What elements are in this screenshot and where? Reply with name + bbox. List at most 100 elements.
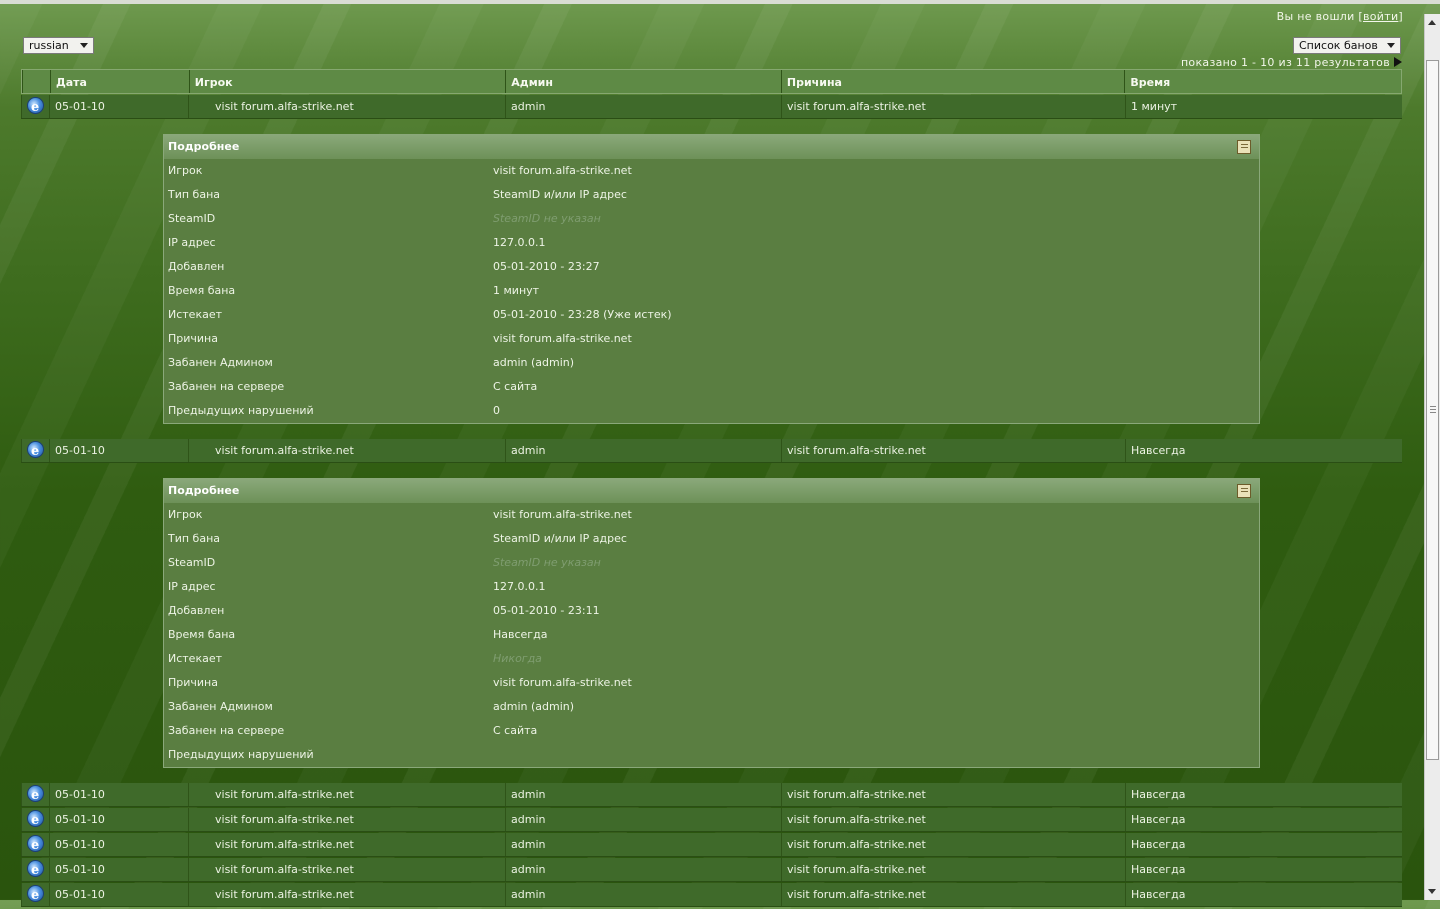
table-row[interactable]: 05-01-10visit forum.alfa-strike.netadmin… (21, 439, 1402, 463)
details-row: Истекает Никогда (164, 647, 1259, 671)
details-row: Забанен на сервере С сайта (164, 375, 1259, 399)
table-row[interactable]: 05-01-10visit forum.alfa-strike.netadmin… (21, 833, 1402, 857)
details-value: 0 (493, 404, 500, 417)
scroll-thumb[interactable] (1426, 60, 1439, 760)
details-value: admin (admin) (493, 700, 575, 713)
view-select[interactable]: Список банов (1293, 37, 1401, 54)
grip-icon (1430, 406, 1436, 413)
scroll-up-icon[interactable] (1428, 20, 1436, 25)
details-value: С сайта (493, 724, 538, 737)
details-label: Причина (168, 676, 218, 689)
details-row: Тип бана SteamID и/или IP адрес (164, 527, 1259, 551)
cell-player: visit forum.alfa-strike.net (188, 783, 505, 806)
login-link[interactable]: войти (1363, 10, 1398, 23)
language-select[interactable]: russian (23, 37, 94, 54)
table-row[interactable]: 05-01-10visit forum.alfa-strike.netadmin… (21, 883, 1402, 907)
cell-time: Навсегда (1125, 439, 1402, 462)
pagination-info: показано 1 - 10 из 11 результатов (1180, 56, 1390, 69)
header-date[interactable]: Дата (49, 70, 189, 93)
details-value: 1 минут (493, 284, 540, 297)
top-border (0, 0, 1440, 4)
chevron-down-icon (1387, 43, 1395, 48)
details-row: SteamID SteamID не указан (164, 551, 1259, 575)
copy-details-icon[interactable] (1234, 138, 1251, 154)
details-value: visit forum.alfa-strike.net (493, 676, 632, 689)
details-row: Причина visit forum.alfa-strike.net (164, 671, 1259, 695)
ie-browser-icon[interactable] (28, 96, 43, 118)
header-reason[interactable]: Причина (780, 70, 1125, 93)
details-value: С сайта (493, 380, 538, 393)
cell-admin: admin (505, 95, 781, 118)
cell-reason: visit forum.alfa-strike.net (781, 439, 1125, 462)
next-page-icon[interactable] (1394, 57, 1402, 67)
cell-time: Навсегда (1125, 808, 1402, 831)
cell-reason: visit forum.alfa-strike.net (781, 808, 1125, 831)
cell-player: visit forum.alfa-strike.net (188, 439, 505, 462)
details-label: Истекает (168, 652, 223, 665)
details-row: Время бана Навсегда (164, 623, 1259, 647)
cell-admin: admin (505, 783, 781, 806)
table-row[interactable]: 05-01-10visit forum.alfa-strike.netadmin… (21, 808, 1402, 832)
cell-reason: visit forum.alfa-strike.net (781, 833, 1125, 856)
cell-reason: visit forum.alfa-strike.net (781, 883, 1125, 906)
row-icon-cell (21, 883, 49, 906)
table-row[interactable]: 05-01-10visit forum.alfa-strike.netadmin… (21, 783, 1402, 807)
cell-reason: visit forum.alfa-strike.net (781, 858, 1125, 881)
details-label: Забанен Админом (168, 700, 273, 713)
details-row: Добавлен 05-01-2010 - 23:27 (164, 255, 1259, 279)
ie-browser-icon[interactable] (28, 884, 43, 906)
details-value: 05-01-2010 - 23:11 (493, 604, 600, 617)
cell-reason: visit forum.alfa-strike.net (781, 95, 1125, 118)
row-icon-cell (21, 808, 49, 831)
details-row: Забанен на сервере С сайта (164, 719, 1259, 743)
details-label: Время бана (168, 628, 236, 641)
details-row: Время бана 1 минут (164, 279, 1259, 303)
table-row[interactable]: 05-01-10visit forum.alfa-strike.netadmin… (21, 858, 1402, 882)
details-label: Добавлен (168, 260, 225, 273)
cell-admin: admin (505, 439, 781, 462)
details-row: Причина visit forum.alfa-strike.net (164, 327, 1259, 351)
details-value: admin (admin) (493, 356, 575, 369)
details-row: SteamID SteamID не указан (164, 207, 1259, 231)
cell-time: 1 минут (1125, 95, 1402, 118)
row-icon-cell (21, 439, 49, 462)
details-label: Предыдущих нарушений (168, 748, 314, 761)
copy-details-icon[interactable] (1234, 482, 1251, 498)
login-prefix: Вы не вошли [ (1276, 10, 1363, 23)
ie-browser-icon[interactable] (28, 784, 43, 806)
vertical-scrollbar[interactable] (1424, 14, 1440, 900)
details-row: Добавлен 05-01-2010 - 23:11 (164, 599, 1259, 623)
details-row: Игрок visit forum.alfa-strike.net (164, 503, 1259, 527)
cell-date: 05-01-10 (49, 95, 188, 118)
row-icon-cell (21, 95, 49, 118)
cell-time: Навсегда (1125, 783, 1402, 806)
details-value: SteamID не указан (493, 212, 601, 225)
login-status: Вы не вошли [войти] (1277, 10, 1403, 23)
header-admin[interactable]: Админ (505, 70, 781, 93)
chevron-down-icon (80, 43, 88, 48)
details-label: Добавлен (168, 604, 225, 617)
details-label: Причина (168, 332, 218, 345)
ie-browser-icon[interactable] (28, 809, 43, 831)
details-label: Время бана (168, 284, 236, 297)
ie-browser-icon[interactable] (28, 440, 43, 462)
scroll-down-icon[interactable] (1428, 889, 1436, 894)
ie-browser-icon[interactable] (28, 834, 43, 856)
language-select-value: russian (29, 39, 69, 52)
cell-time: Навсегда (1125, 858, 1402, 881)
details-value: 05-01-2010 - 23:27 (493, 260, 600, 273)
details-value: SteamID не указан (493, 556, 601, 569)
cell-time: Навсегда (1125, 833, 1402, 856)
header-icon-col (22, 70, 50, 93)
table-row[interactable]: 05-01-10visit forum.alfa-strike.netadmin… (21, 95, 1402, 119)
header-time[interactable]: Время (1124, 70, 1401, 93)
cell-player: visit forum.alfa-strike.net (188, 808, 505, 831)
header-player[interactable]: Игрок (188, 70, 506, 93)
cell-player: visit forum.alfa-strike.net (188, 95, 505, 118)
details-label: SteamID (168, 556, 216, 569)
cell-admin: admin (505, 883, 781, 906)
cell-date: 05-01-10 (49, 808, 188, 831)
ie-browser-icon[interactable] (28, 859, 43, 881)
ban-details-panel: Подробнее Игрок visit forum.alfa-strike.ne… (163, 134, 1260, 424)
details-row: Предыдущих нарушений 0 (164, 399, 1259, 423)
